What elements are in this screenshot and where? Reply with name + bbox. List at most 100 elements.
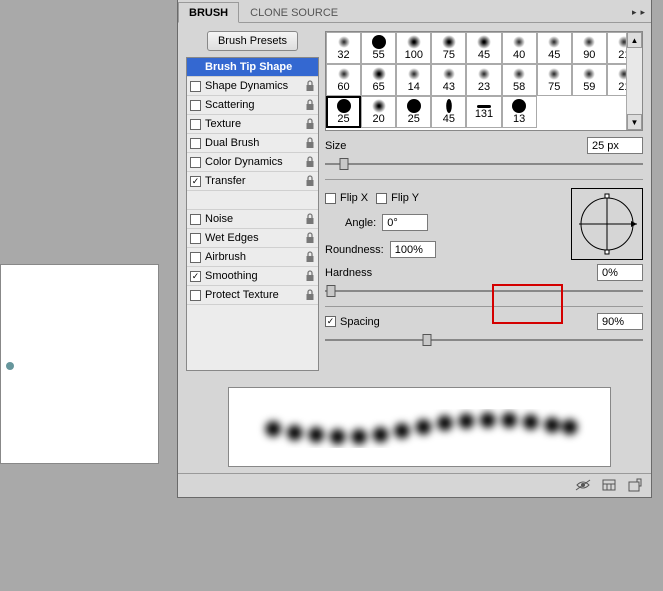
- size-slider[interactable]: [325, 155, 643, 173]
- panel-collapse-arrows[interactable]: ▸ ▸: [632, 7, 651, 22]
- canvas-background: [0, 264, 159, 464]
- flip-y-checkbox[interactable]: [376, 193, 387, 204]
- option-row-texture[interactable]: Texture: [187, 115, 318, 134]
- option-checkbox[interactable]: [190, 233, 201, 244]
- flip-x-checkbox[interactable]: [325, 193, 336, 204]
- option-checkbox[interactable]: [190, 138, 201, 149]
- option-row-dual-brush[interactable]: Dual Brush: [187, 134, 318, 153]
- brush-tip-75[interactable]: 75: [537, 64, 572, 96]
- option-checkbox[interactable]: [190, 290, 201, 301]
- angle-label: Angle:: [345, 217, 376, 229]
- brush-tip-23[interactable]: 23: [466, 64, 501, 96]
- hardness-input[interactable]: [597, 264, 643, 281]
- brush-tip-13[interactable]: 13: [502, 96, 537, 128]
- option-checkbox[interactable]: [190, 271, 201, 282]
- option-row-brush-tip-shape[interactable]: Brush Tip Shape: [187, 58, 318, 77]
- brush-tip-icon: [337, 67, 351, 81]
- option-row-transfer[interactable]: Transfer: [187, 172, 318, 191]
- brush-tip-45[interactable]: 45: [466, 32, 501, 64]
- roundness-label: Roundness:: [325, 244, 384, 256]
- brush-tip-25[interactable]: 25: [326, 96, 361, 128]
- brush-tip-60[interactable]: 60: [326, 64, 361, 96]
- lock-icon[interactable]: [305, 270, 315, 282]
- brush-tip-58[interactable]: 58: [502, 64, 537, 96]
- brush-presets-button[interactable]: Brush Presets: [207, 31, 298, 51]
- presets-manager-icon[interactable]: [601, 478, 617, 492]
- brush-tip-45[interactable]: 45: [431, 96, 466, 128]
- angle-preview[interactable]: [571, 188, 643, 260]
- brush-tip-43[interactable]: 43: [431, 64, 466, 96]
- option-checkbox[interactable]: [190, 119, 201, 130]
- brush-grid-scrollbar[interactable]: ▲ ▼: [626, 32, 642, 130]
- spacing-slider[interactable]: [325, 331, 643, 349]
- lock-icon[interactable]: [305, 251, 315, 263]
- brush-tip-100[interactable]: 100: [396, 32, 431, 64]
- option-row-noise[interactable]: Noise: [187, 210, 318, 229]
- brush-tip-size-label: 75: [443, 49, 455, 61]
- option-row-blank[interactable]: [187, 191, 318, 210]
- option-row-color-dynamics[interactable]: Color Dynamics: [187, 153, 318, 172]
- tab-brush[interactable]: BRUSH: [178, 2, 239, 23]
- brush-tip-45[interactable]: 45: [537, 32, 572, 64]
- option-checkbox[interactable]: [190, 100, 201, 111]
- brush-tip-40[interactable]: 40: [502, 32, 537, 64]
- brush-tip-14[interactable]: 14: [396, 64, 431, 96]
- option-row-smoothing[interactable]: Smoothing: [187, 267, 318, 286]
- brush-tip-size-label: 131: [475, 108, 493, 120]
- brush-tip-75[interactable]: 75: [431, 32, 466, 64]
- brush-tip-size-label: 59: [583, 81, 595, 93]
- lock-icon[interactable]: [305, 99, 315, 111]
- brush-tip-size-label: 45: [478, 49, 490, 61]
- option-row-wet-edges[interactable]: Wet Edges: [187, 229, 318, 248]
- option-checkbox[interactable]: [190, 81, 201, 92]
- option-row-airbrush[interactable]: Airbrush: [187, 248, 318, 267]
- hardness-slider[interactable]: [325, 282, 643, 300]
- scroll-down-button[interactable]: ▼: [627, 114, 642, 130]
- brush-tip-55[interactable]: 55: [361, 32, 396, 64]
- brush-tip-32[interactable]: 32: [326, 32, 361, 64]
- scrollbar-track[interactable]: [627, 48, 642, 114]
- option-checkbox[interactable]: [190, 252, 201, 263]
- flip-x-label: Flip X: [340, 192, 368, 204]
- brush-tip-65[interactable]: 65: [361, 64, 396, 96]
- brush-tip-131[interactable]: 131: [466, 96, 501, 128]
- size-label: Size: [325, 140, 346, 152]
- brush-tip-size-label: 60: [337, 81, 349, 93]
- option-label: Shape Dynamics: [205, 80, 305, 92]
- brush-tip-20[interactable]: 20: [361, 96, 396, 128]
- lock-icon[interactable]: [305, 156, 315, 168]
- option-row-shape-dynamics[interactable]: Shape Dynamics: [187, 77, 318, 96]
- roundness-input[interactable]: [390, 241, 436, 258]
- brush-tip-icon: [337, 35, 351, 49]
- scroll-up-button[interactable]: ▲: [627, 32, 642, 48]
- lock-icon[interactable]: [305, 232, 315, 244]
- spacing-checkbox[interactable]: [325, 316, 336, 327]
- brush-tip-size-label: 25: [408, 113, 420, 125]
- hardness-label: Hardness: [325, 267, 372, 279]
- lock-icon[interactable]: [305, 213, 315, 225]
- brush-tip-icon: [407, 67, 421, 81]
- size-input[interactable]: [587, 137, 643, 154]
- lock-icon[interactable]: [305, 118, 315, 130]
- option-row-protect-texture[interactable]: Protect Texture: [187, 286, 318, 305]
- brush-tip-icon: [446, 99, 452, 113]
- brush-tip-90[interactable]: 90: [572, 32, 607, 64]
- option-checkbox[interactable]: [190, 157, 201, 168]
- angle-input[interactable]: [382, 214, 428, 231]
- option-checkbox[interactable]: [190, 176, 201, 187]
- toggle-preview-icon[interactable]: [575, 478, 591, 492]
- lock-icon[interactable]: [305, 80, 315, 92]
- spacing-input[interactable]: [597, 313, 643, 330]
- option-checkbox[interactable]: [190, 214, 201, 225]
- brush-tip-icon: [407, 99, 421, 113]
- brush-tip-25[interactable]: 25: [396, 96, 431, 128]
- brush-tip-icon: [512, 35, 526, 49]
- brush-tip-59[interactable]: 59: [572, 64, 607, 96]
- brush-tip-size-label: 14: [408, 81, 420, 93]
- tab-clone-source[interactable]: CLONE SOURCE: [239, 2, 349, 22]
- new-brush-icon[interactable]: [627, 478, 643, 492]
- option-row-scattering[interactable]: Scattering: [187, 96, 318, 115]
- lock-icon[interactable]: [305, 175, 315, 187]
- lock-icon[interactable]: [305, 289, 315, 301]
- lock-icon[interactable]: [305, 137, 315, 149]
